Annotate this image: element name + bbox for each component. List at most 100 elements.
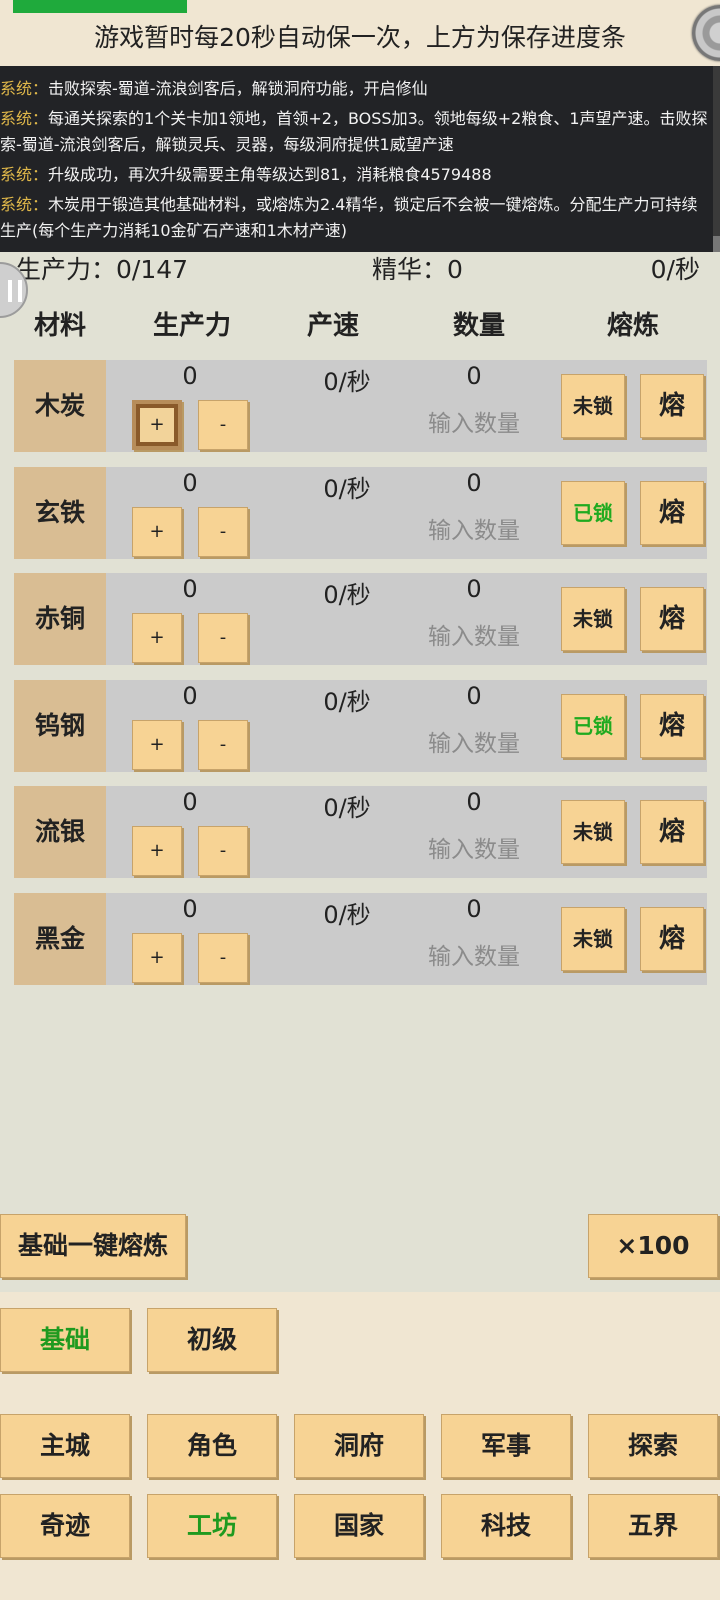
material-name: 木炭 (14, 360, 106, 452)
minus-button[interactable]: - (198, 400, 248, 450)
header-productivity: 生产力 (153, 311, 232, 341)
material-name: 赤铜 (14, 573, 106, 665)
material-quantity: 0 (466, 895, 482, 923)
table-header: 材料 生产力 产速 数量 熔炼 (0, 304, 720, 348)
nav-main-city[interactable]: 主城 (0, 1414, 130, 1478)
material-productivity: 0 (182, 895, 198, 923)
log-prefix: 系统： (0, 79, 49, 98)
lock-toggle[interactable]: 未锁 (561, 800, 625, 864)
log-scrollbar[interactable] (713, 66, 720, 252)
lock-toggle[interactable]: 已锁 (561, 694, 625, 758)
smelt-button[interactable]: 熔 (640, 481, 704, 545)
material-row: 黑金 0 0/秒 0 + - 未锁 熔 (14, 893, 707, 985)
nav-cave[interactable]: 洞府 (294, 1414, 424, 1478)
plus-label: + (140, 408, 174, 442)
plus-button[interactable]: + (132, 720, 182, 770)
log-line: 系统：升级成功，再次升级需要主角等级达到81，消耗粮食4579488 (0, 162, 713, 192)
header-quantity: 数量 (453, 311, 506, 341)
log-text: 木炭用于锻造其他基础材料，或熔炼为2.4精华，锁定后不会被一键熔炼。分配生产力可… (0, 195, 698, 240)
material-row: 木炭 0 0/秒 0 + - 未锁 熔 (14, 360, 707, 452)
material-row: 流银 0 0/秒 0 + - 未锁 熔 (14, 786, 707, 878)
material-name: 流银 (14, 786, 106, 878)
nav-explore[interactable]: 探索 (588, 1414, 718, 1478)
minus-button[interactable]: - (198, 826, 248, 876)
plus-button[interactable]: + (132, 826, 182, 876)
nav-five-realms[interactable]: 五界 (588, 1494, 718, 1558)
minus-button[interactable]: - (198, 720, 248, 770)
smelt-button[interactable]: 熔 (640, 694, 704, 758)
log-line: 系统：击败探索-蜀道-流浪剑客后，解锁洞府功能，开启修仙 (0, 76, 713, 106)
smelt-all-button[interactable]: 基础一键熔炼 (0, 1214, 186, 1278)
save-progress-bar (13, 0, 187, 13)
material-rate: 0/秒 (323, 794, 371, 822)
material-productivity: 0 (182, 575, 198, 603)
material-productivity: 0 (182, 788, 198, 816)
tab-basic[interactable]: 基础 (0, 1308, 130, 1372)
material-quantity: 0 (466, 575, 482, 603)
essence-rate: 0/秒 (650, 255, 700, 284)
quantity-input[interactable] (414, 619, 534, 655)
log-text: 每通关探索的1个关卡加1领地，首领+2，BOSS加3。领地每级+2粮食、1声望产… (0, 109, 708, 154)
plus-button[interactable]: + (132, 613, 182, 663)
material-rate: 0/秒 (323, 475, 371, 503)
material-rate: 0/秒 (323, 688, 371, 716)
quantity-input[interactable] (414, 726, 534, 762)
material-quantity: 0 (466, 362, 482, 390)
smelt-button[interactable]: 熔 (640, 374, 704, 438)
material-rate: 0/秒 (323, 581, 371, 609)
nav-workshop[interactable]: 工坊 (147, 1494, 277, 1558)
nav-character[interactable]: 角色 (147, 1414, 277, 1478)
material-rate: 0/秒 (323, 901, 371, 929)
material-row: 赤铜 0 0/秒 0 + - 未锁 熔 (14, 573, 707, 665)
log-prefix: 系统： (0, 109, 49, 128)
log-text: 升级成功，再次升级需要主角等级达到81，消耗粮食4579488 (48, 165, 492, 184)
multiplier-button[interactable]: ×100 (588, 1214, 718, 1278)
material-quantity: 0 (466, 682, 482, 710)
material-productivity: 0 (182, 362, 198, 390)
quantity-input[interactable] (414, 513, 534, 549)
lock-toggle[interactable]: 未锁 (561, 374, 625, 438)
log-line: 系统：每通关探索的1个关卡加1领地，首领+2，BOSS加3。领地每级+2粮食、1… (0, 106, 713, 162)
nav-military[interactable]: 军事 (441, 1414, 571, 1478)
material-productivity: 0 (182, 469, 198, 497)
material-row: 玄铁 0 0/秒 0 + - 已锁 熔 (14, 467, 707, 559)
material-row: 钨钢 0 0/秒 0 + - 已锁 熔 (14, 680, 707, 772)
nav-nation[interactable]: 国家 (294, 1494, 424, 1558)
material-quantity: 0 (466, 788, 482, 816)
smelt-button[interactable]: 熔 (640, 800, 704, 864)
lock-toggle[interactable]: 已锁 (561, 481, 625, 545)
header-smelt: 熔炼 (607, 311, 660, 341)
plus-button[interactable]: + (132, 507, 182, 557)
productivity-summary: 生产力：0/147 (16, 255, 189, 284)
plus-button[interactable]: + (132, 933, 182, 983)
material-name: 黑金 (14, 893, 106, 985)
material-quantity: 0 (466, 469, 482, 497)
quantity-input[interactable] (414, 406, 534, 442)
nav-tech[interactable]: 科技 (441, 1494, 571, 1558)
log-prefix: 系统： (0, 165, 49, 184)
quantity-input[interactable] (414, 832, 534, 868)
header-material: 材料 (34, 311, 87, 341)
lock-toggle[interactable]: 未锁 (561, 907, 625, 971)
minus-button[interactable]: - (198, 933, 248, 983)
smelt-button[interactable]: 熔 (640, 907, 704, 971)
smelt-button[interactable]: 熔 (640, 587, 704, 651)
plus-button[interactable]: + (132, 400, 182, 450)
header-rate: 产速 (307, 311, 360, 341)
system-log: 系统：击败探索-蜀道-流浪剑客后，解锁洞府功能，开启修仙 系统：每通关探索的1个… (0, 66, 713, 252)
material-name: 钨钢 (14, 680, 106, 772)
nav-wonder[interactable]: 奇迹 (0, 1494, 130, 1558)
minus-button[interactable]: - (198, 613, 248, 663)
material-name: 玄铁 (14, 467, 106, 559)
log-line: 系统：木炭用于锻造其他基础材料，或熔炼为2.4精华，锁定后不会被一键熔炼。分配生… (0, 192, 713, 248)
essence-summary: 精华：0 (372, 255, 463, 284)
lock-toggle[interactable]: 未锁 (561, 587, 625, 651)
material-productivity: 0 (182, 682, 198, 710)
log-scroll-thumb[interactable] (713, 236, 720, 252)
log-text: 击败探索-蜀道-流浪剑客后，解锁洞府功能，开启修仙 (48, 79, 428, 98)
material-rate: 0/秒 (323, 368, 371, 396)
minus-button[interactable]: - (198, 507, 248, 557)
log-prefix: 系统： (0, 195, 49, 214)
quantity-input[interactable] (414, 939, 534, 975)
tab-primary[interactable]: 初级 (147, 1308, 277, 1372)
